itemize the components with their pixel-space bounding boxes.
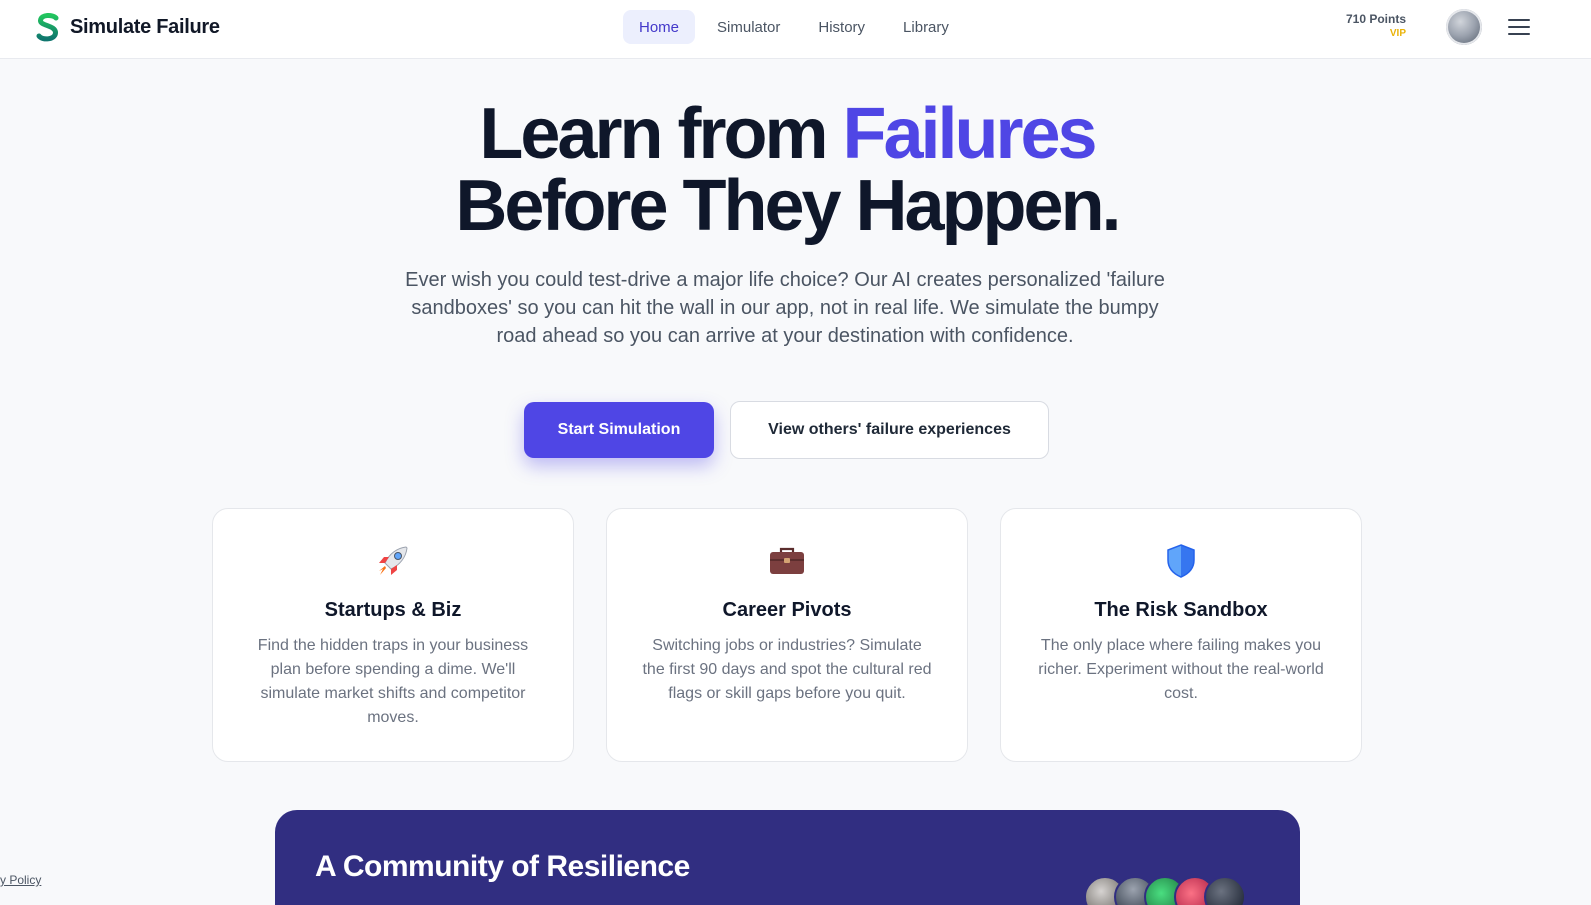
nav-simulator[interactable]: Simulator (701, 10, 796, 44)
feature-card-risk-sandbox[interactable]: The Risk Sandbox The only place where fa… (1000, 508, 1362, 762)
hero-title-line1: Learn from (479, 94, 828, 174)
user-avatar[interactable] (1446, 9, 1482, 45)
card-description: Find the hidden traps in your business p… (257, 637, 529, 726)
brand-logo-icon (36, 13, 59, 42)
hero-title-accent: Failures (842, 94, 1097, 174)
community-section: A Community of Resilience (275, 810, 1300, 905)
community-avatar-stack (1084, 876, 1246, 905)
brand[interactable]: Simulate Failure (36, 12, 220, 42)
nav-library[interactable]: Library (887, 10, 965, 44)
top-header: Simulate Failure Home Simulator History … (0, 0, 1591, 59)
card-title: Career Pivots (722, 599, 852, 621)
feature-card-career[interactable]: Career Pivots Switching jobs or industri… (606, 508, 968, 762)
card-description: Switching jobs or industries? Simulate t… (642, 637, 932, 702)
start-simulation-button[interactable]: Start Simulation (524, 402, 714, 458)
community-avatar (1204, 876, 1246, 905)
brand-name: Simulate Failure (70, 15, 220, 38)
card-description: The only place where failing makes you r… (1038, 637, 1324, 702)
hero-subtitle: Ever wish you could test-drive a major l… (405, 269, 1165, 347)
briefcase-icon (639, 541, 935, 581)
card-title: The Risk Sandbox (1094, 599, 1268, 621)
vip-badge: VIP (1389, 28, 1406, 39)
main-nav: Home Simulator History Library (623, 10, 965, 44)
rocket-icon (245, 541, 541, 581)
hamburger-menu-icon[interactable] (1508, 16, 1530, 38)
privacy-policy-link[interactable]: y Policy (0, 873, 41, 887)
card-title: Startups & Biz (324, 599, 462, 621)
view-failure-experiences-button[interactable]: View others' failure experiences (730, 401, 1049, 459)
shield-icon (1033, 541, 1329, 581)
hero-title: Learn from Failures Before They Happen. (0, 98, 1574, 242)
nav-home[interactable]: Home (623, 10, 696, 44)
points-display: 710 Points VIP (1346, 12, 1406, 39)
nav-history[interactable]: History (802, 10, 881, 44)
points-value: 710 Points (1345, 12, 1406, 26)
feature-card-startups[interactable]: Startups & Biz Find the hidden traps in … (212, 508, 574, 762)
hero-title-line2: Before They Happen. (455, 166, 1121, 246)
community-title: A Community of Resilience (315, 850, 690, 883)
